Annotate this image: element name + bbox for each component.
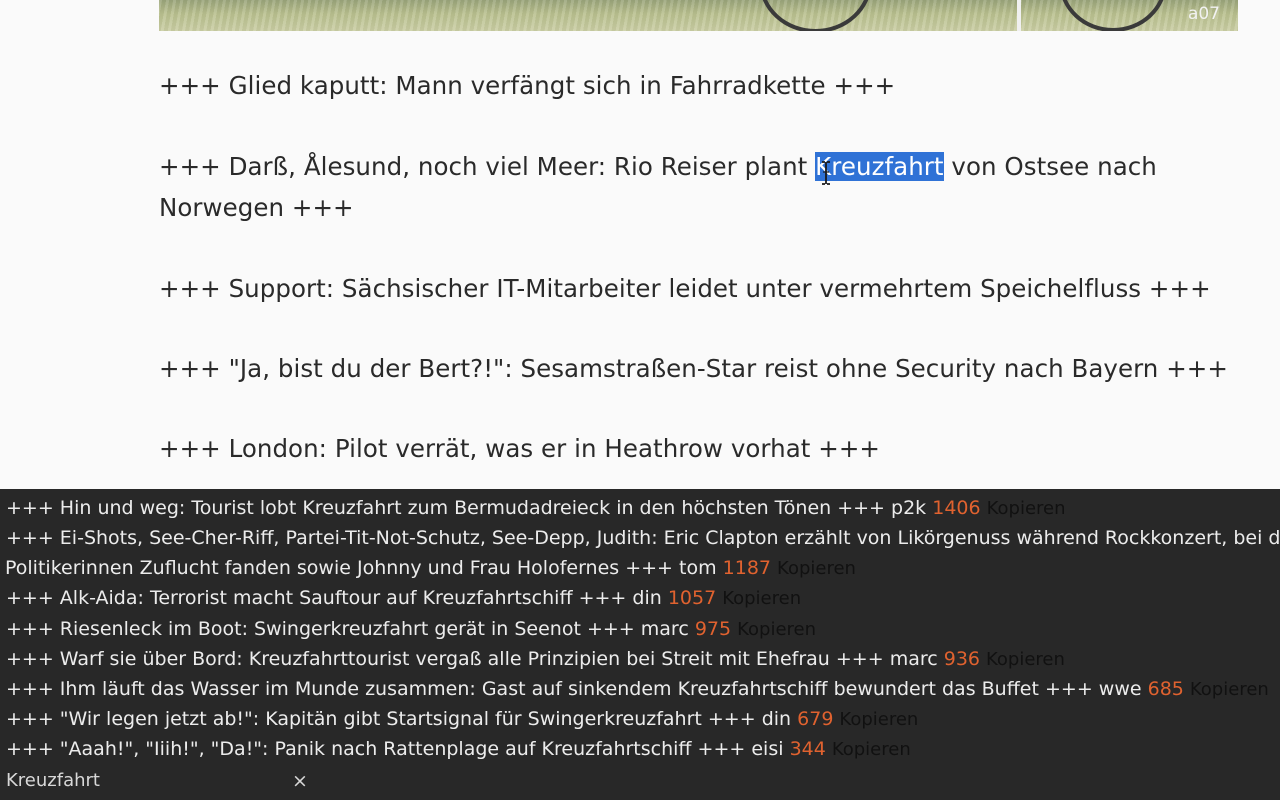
result-count: 936 — [943, 648, 980, 670]
result-text: +++ Ihm läuft das Wasser im Munde zusamm… — [6, 678, 1093, 700]
result-text: +++ Ei-Shots, See-Cher-Riff, Partei-Tit-… — [6, 527, 1280, 549]
result-row: +++ Riesenleck im Boot: Swingerkreuzfahr… — [6, 614, 816, 645]
hero-image-divider — [1017, 0, 1021, 31]
result-row: +++ Alk-Aida: Terrorist macht Sauftour a… — [6, 583, 801, 614]
result-text: +++ Riesenleck im Boot: Swingerkreuzfahr… — [6, 618, 635, 640]
result-author: din — [761, 708, 792, 730]
result-count: 1057 — [667, 587, 717, 609]
image-credit: a07 — [1187, 4, 1220, 24]
clear-search-icon[interactable]: × — [292, 769, 308, 793]
copy-button[interactable]: Kopieren — [722, 588, 801, 609]
result-author: marc — [889, 648, 938, 670]
result-author: p2k — [891, 497, 927, 519]
result-row: +++ "Aaah!", "Iiih!", "Da!": Panik nach … — [6, 734, 911, 765]
result-text: +++ "Aaah!", "Iiih!", "Da!": Panik nach … — [6, 738, 746, 760]
copy-button[interactable]: Kopieren — [832, 739, 911, 760]
copy-button[interactable]: Kopieren — [777, 558, 856, 579]
headline[interactable]: +++ Support: Sächsischer IT-Mitarbeiter … — [159, 268, 1239, 309]
copy-button[interactable]: Kopieren — [737, 619, 816, 640]
result-text: +++ Alk-Aida: Terrorist macht Sauftour a… — [6, 587, 627, 609]
result-row-continuation: Politikerinnen Zuflucht fanden sowie Joh… — [5, 553, 856, 584]
copy-button[interactable]: Kopieren — [987, 498, 1066, 519]
headline[interactable]: +++ London: Pilot verrät, was er in Heat… — [159, 428, 1239, 469]
result-count: 1406 — [932, 497, 981, 519]
copy-button[interactable]: Kopieren — [986, 649, 1065, 670]
result-row: +++ Ei-Shots, See-Cher-Riff, Partei-Tit-… — [6, 523, 1280, 553]
result-author: marc — [640, 618, 689, 640]
result-count: 679 — [797, 708, 834, 730]
result-text: +++ "Wir legen jetzt ab!": Kapitän gibt … — [6, 708, 756, 730]
result-author: eisi — [751, 738, 784, 760]
result-author: tom — [679, 557, 717, 579]
text-cursor-icon — [822, 161, 830, 185]
result-text: Politikerinnen Zuflucht fanden sowie Joh… — [5, 557, 673, 579]
copy-button[interactable]: Kopieren — [839, 709, 918, 730]
result-row: +++ "Wir legen jetzt ab!": Kapitän gibt … — [6, 704, 918, 735]
copy-button[interactable]: Kopieren — [1190, 679, 1269, 700]
headline-with-selection[interactable]: +++ Darß, Ålesund, noch viel Meer: Rio R… — [159, 146, 1239, 228]
hero-image: a07 — [159, 0, 1238, 31]
headline-text-before[interactable]: +++ Darß, Ålesund, noch viel Meer: Rio R… — [159, 152, 815, 181]
selected-text[interactable]: Kreuzfahrt — [815, 152, 944, 181]
result-row: +++ Ihm läuft das Wasser im Munde zusamm… — [6, 674, 1269, 705]
result-count: 1187 — [722, 557, 772, 579]
headline[interactable]: +++ "Ja, bist du der Bert?!": Sesamstraß… — [159, 348, 1239, 389]
result-count: 975 — [694, 618, 732, 640]
search-results-panel: +++ Hin und weg: Tourist lobt Kreuzfahrt… — [0, 489, 1280, 800]
result-row: +++ Hin und weg: Tourist lobt Kreuzfahrt… — [6, 493, 1066, 524]
result-text: +++ Hin und weg: Tourist lobt Kreuzfahrt… — [6, 497, 885, 519]
headline[interactable]: +++ Glied kaputt: Mann verfängt sich in … — [159, 65, 1239, 106]
result-author: din — [632, 587, 662, 609]
result-text: +++ Warf sie über Bord: Kreuzfahrttouris… — [6, 648, 884, 670]
result-count: 344 — [789, 738, 826, 760]
search-term-input[interactable]: Kreuzfahrt — [6, 769, 100, 793]
result-author: wwe — [1098, 678, 1142, 700]
result-row: +++ Warf sie über Bord: Kreuzfahrttouris… — [6, 644, 1065, 675]
article-area: a07 +++ Glied kaputt: Mann verfängt sich… — [0, 0, 1280, 489]
result-count: 685 — [1147, 678, 1184, 700]
